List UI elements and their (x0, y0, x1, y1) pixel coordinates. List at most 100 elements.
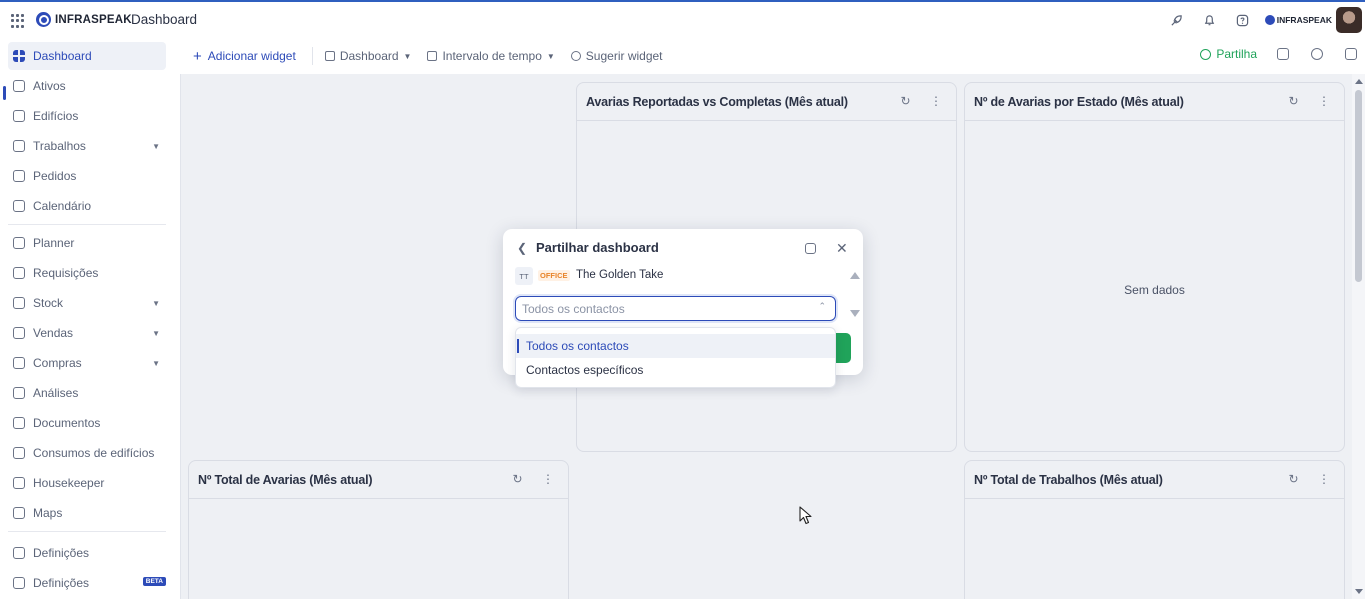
sidebar-item-ativos[interactable]: Ativos (8, 72, 166, 100)
rocket-icon[interactable] (1169, 12, 1185, 28)
copy-link-icon[interactable] (805, 243, 816, 254)
chevron-up-icon: ⌃ (818, 301, 826, 311)
chevron-down-icon: ▼ (152, 141, 160, 151)
sidebar-item-analises[interactable]: Análises (8, 379, 166, 407)
scroll-up-arrow-icon[interactable] (1355, 79, 1363, 84)
sidebar-item-documentos[interactable]: Documentos (8, 409, 166, 437)
widget-title: Nº Total de Avarias (Mês atual) (198, 473, 373, 487)
more-vertical-icon[interactable]: ⋮ (1318, 473, 1330, 485)
refresh-icon[interactable]: ↻ (1288, 473, 1299, 485)
refresh-icon[interactable]: ↻ (1288, 95, 1299, 107)
sidebar-item-label: Vendas (33, 326, 74, 340)
sidebar-item-label: Consumos de edifícios (33, 446, 155, 460)
sidebar-item-compras[interactable]: Compras ▼ (8, 349, 166, 377)
jobs-icon (13, 140, 25, 152)
sidebar-item-label: Análises (33, 386, 79, 400)
dashboard-toolbar: + Adicionar widget Dashboard ▼ Intervalo… (180, 38, 1365, 74)
sidebar-item-consumos[interactable]: Consumos de edifícios (8, 439, 166, 467)
scroll-up-arrow-icon[interactable] (850, 272, 860, 279)
sidebar-item-requisicoes[interactable]: Requisições (8, 259, 166, 287)
chevron-down-icon: ▼ (403, 51, 412, 61)
sidebar-item-calendario[interactable]: Calendário (8, 192, 166, 220)
sidebar-item-stock[interactable]: Stock ▼ (8, 289, 166, 317)
help-icon[interactable] (1235, 12, 1251, 28)
sidebar-item-definicoes-beta[interactable]: Definições BETA (8, 569, 166, 597)
housekeeper-icon (13, 477, 25, 489)
requests-icon (13, 170, 25, 182)
user-avatar[interactable] (1336, 7, 1362, 33)
sidebar-item-label: Calendário (33, 199, 92, 213)
sidebar-item-label: Definições (33, 576, 90, 590)
sidebar-item-label: Edifícios (33, 109, 79, 123)
assets-icon (13, 80, 25, 92)
share-label: Partilha (1216, 47, 1257, 61)
sidebar-item-vendas[interactable]: Vendas ▼ (8, 319, 166, 347)
add-widget-label: Adicionar widget (207, 49, 296, 63)
chevron-down-icon: ▼ (546, 51, 555, 61)
filters-icon[interactable] (1345, 48, 1357, 60)
bell-icon[interactable] (1202, 12, 1218, 28)
sidebar-item-definicoes[interactable]: Definições (8, 539, 166, 567)
dashboard-icon (13, 50, 25, 62)
sidebar-item-label: Pedidos (33, 169, 77, 183)
sidebar-item-housekeeper[interactable]: Housekeeper (8, 469, 166, 497)
sidebar-item-maps[interactable]: Maps (8, 499, 166, 527)
scroll-down-arrow-icon[interactable] (850, 310, 860, 317)
sidebar-item-label: Compras (33, 356, 82, 370)
globe-icon (1200, 48, 1212, 60)
widget-title: Nº de Avarias por Estado (Mês atual) (974, 95, 1184, 109)
office-tag: OFFICE (538, 270, 570, 281)
mouse-cursor-icon (799, 506, 812, 525)
more-vertical-icon[interactable]: ⋮ (1318, 95, 1330, 107)
contacts-select[interactable]: Todos os contactos ⌃ (515, 296, 836, 321)
no-data-text: Sem dados (1124, 283, 1185, 297)
sidebar-item-label: Housekeeper (33, 476, 105, 490)
more-vertical-icon[interactable]: ⋮ (930, 95, 942, 107)
account-brand-name: INFRASPEAK (1276, 15, 1332, 25)
account-brand[interactable]: INFRASPEAK (1264, 15, 1332, 25)
page-scrollbar[interactable] (1352, 74, 1365, 599)
widget-title: Nº Total de Trabalhos (Mês atual) (974, 473, 1163, 487)
refresh-icon[interactable]: ↻ (512, 473, 523, 485)
link-icon (570, 51, 581, 61)
time-range-select[interactable]: Intervalo de tempo ▼ (427, 49, 555, 63)
add-widget-button[interactable]: + Adicionar widget (193, 49, 296, 64)
scroll-down-arrow-icon[interactable] (1355, 589, 1363, 594)
widget-header: Nº Total de Trabalhos (Mês atual) ↻ ⋮ (965, 461, 1344, 499)
contacts-dropdown: Todos os contactos Contactos específicos (515, 327, 836, 388)
refresh-icon[interactable] (1311, 48, 1323, 60)
brand-logo[interactable]: INFRASPEAK (36, 12, 132, 27)
option-all-contacts[interactable]: Todos os contactos (516, 334, 835, 358)
sidebar-item-planner[interactable]: Planner (8, 229, 166, 257)
sidebar-divider (8, 531, 166, 532)
dashboard-select[interactable]: Dashboard ▼ (324, 49, 412, 63)
option-specific-contacts[interactable]: Contactos específicos (516, 358, 835, 382)
widget-header: Avarias Reportadas vs Completas (Mês atu… (577, 83, 956, 121)
sidebar-item-label: Trabalhos (33, 139, 86, 153)
building-icon (13, 110, 25, 122)
widget-header: Nº de Avarias por Estado (Mês atual) ↻ ⋮ (965, 83, 1344, 121)
sidebar-item-trabalhos[interactable]: Trabalhos ▼ (8, 132, 166, 160)
widget-header: Nº Total de Avarias (Mês atual) ↻ ⋮ (189, 461, 568, 499)
suggest-widget-button[interactable]: Sugerir widget (570, 49, 663, 63)
sidebar-item-label: Stock (33, 296, 64, 310)
back-arrow-icon[interactable]: ❮ (517, 241, 527, 255)
infraspeak-logo-icon (36, 12, 51, 27)
cart-icon (13, 357, 25, 369)
apps-grid-icon[interactable] (11, 14, 25, 28)
sidebar-item-edificios[interactable]: Edifícios (8, 102, 166, 130)
sidebar-item-pedidos[interactable]: Pedidos (8, 162, 166, 190)
close-icon[interactable]: ✕ (836, 240, 848, 257)
sidebar-item-dashboard[interactable]: Dashboard (8, 42, 166, 70)
scrollbar-thumb[interactable] (1355, 90, 1362, 282)
share-button[interactable]: Partilha (1200, 47, 1257, 61)
org-name: The Golden Take (576, 269, 664, 281)
brand-name: INFRASPEAK (55, 13, 132, 26)
widget-card: Nº Total de Trabalhos (Mês atual) ↻ ⋮ (964, 460, 1345, 599)
refresh-icon[interactable]: ↻ (900, 95, 911, 107)
settings-icon (13, 577, 25, 589)
sidebar-item-label: Documentos (33, 416, 101, 430)
tv-mode-icon[interactable] (1277, 48, 1289, 60)
dashboard-grid-icon (324, 51, 335, 61)
more-vertical-icon[interactable]: ⋮ (542, 473, 554, 485)
